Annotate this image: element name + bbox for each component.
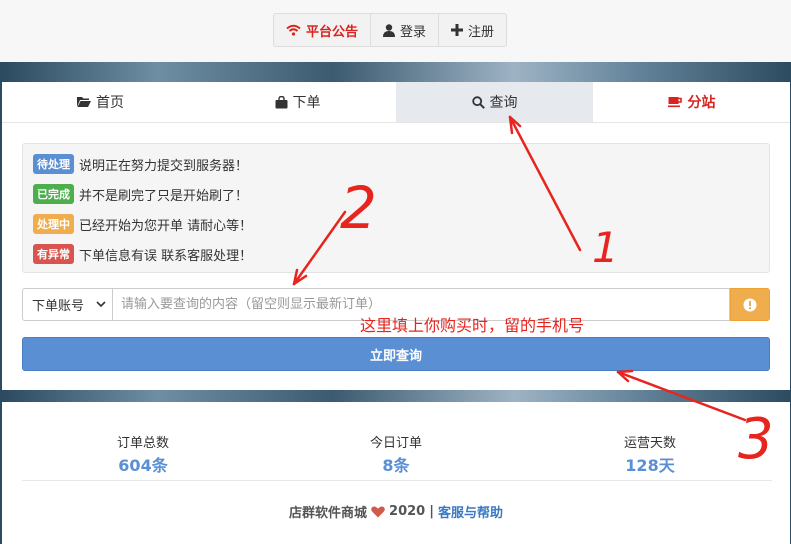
status-legend: 待处理 说明正在努力提交到服务器！ 已完成 并不是刷完了只是开始刷了！ 处理中 … — [22, 143, 770, 273]
tab-order-label: 下单 — [292, 95, 321, 111]
status-item: 处理中 已经开始为您开单 请耐心等！ — [33, 214, 252, 234]
stat-label: 订单总数 — [116, 436, 169, 451]
stat-label: 今日订单 — [369, 436, 422, 451]
shopping-bag-icon — [275, 95, 288, 109]
annotation-note: 这里填上你购买时，留的手机号 — [360, 316, 585, 335]
status-text: 下单信息有误 联系客服处理！ — [79, 248, 253, 264]
stat-value: 604条 — [118, 456, 168, 475]
plus-icon — [451, 24, 464, 36]
announcement-link[interactable]: 平台公告 — [274, 14, 372, 46]
announcement-label: 平台公告 — [306, 24, 359, 40]
footer-brand: 店群软件商城 — [289, 506, 368, 521]
chevron-down-icon — [96, 301, 106, 308]
search-icon — [471, 95, 485, 109]
tab-bar: 首页 下单 查询 分站 — [2, 82, 790, 123]
query-type-value: 下单账号 — [32, 299, 85, 314]
footer-year: 2020 — [389, 504, 426, 519]
tab-home[interactable]: 首页 — [2, 82, 199, 122]
query-type-select[interactable]: 下单账号 — [22, 288, 112, 321]
tab-substation-label: 分站 — [687, 95, 716, 111]
status-badge: 处理中 — [33, 214, 74, 234]
submit-query-button[interactable]: 立即查询 — [22, 337, 770, 371]
tab-query[interactable]: 查询 — [396, 82, 593, 122]
stat-value: 8条 — [382, 456, 410, 475]
login-label: 登录 — [400, 24, 427, 40]
register-label: 注册 — [468, 24, 495, 40]
status-text: 已经开始为您开单 请耐心等！ — [79, 218, 253, 234]
info-button[interactable] — [730, 288, 770, 321]
stat-today-orders: 今日订单 8条 — [316, 432, 476, 476]
wifi-icon — [286, 24, 301, 36]
stat-value: 128天 — [625, 456, 675, 475]
status-item: 已完成 并不是刷完了只是开始刷了！ — [33, 184, 248, 204]
register-link[interactable]: 注册 — [439, 14, 506, 46]
coffee-cup-icon — [667, 96, 683, 108]
tab-substation[interactable]: 分站 — [593, 82, 790, 122]
status-badge: 待处理 — [33, 154, 74, 174]
top-nav: 平台公告 登录 注册 — [273, 13, 508, 47]
status-item: 有异常 下单信息有误 联系客服处理！ — [33, 244, 252, 264]
status-item: 待处理 说明正在努力提交到服务器！ — [33, 154, 248, 174]
tab-query-label: 查询 — [489, 95, 518, 111]
footer-separator: | — [429, 504, 434, 519]
divider — [22, 480, 772, 481]
status-text: 说明正在努力提交到服务器！ — [79, 158, 249, 174]
query-panel: 首页 下单 查询 分站 待处理 说明正在努力提交到服务器！ 已完成 并不是刷完了… — [2, 82, 790, 390]
stat-total-orders: 订单总数 604条 — [63, 432, 223, 476]
help-link[interactable]: 客服与帮助 — [438, 502, 503, 521]
exclamation-circle-icon — [743, 298, 757, 312]
footer: 店群软件商城 2020 | 客服与帮助 — [2, 502, 790, 521]
tab-home-label: 首页 — [96, 95, 124, 111]
status-text: 并不是刷完了只是开始刷了！ — [79, 188, 249, 204]
user-icon — [383, 23, 396, 37]
tab-order[interactable]: 下单 — [199, 82, 396, 122]
stats-panel: 订单总数 604条 今日订单 8条 运营天数 128天 店群软件商城 2020 … — [2, 402, 790, 544]
login-link[interactable]: 登录 — [371, 14, 440, 46]
status-badge: 已完成 — [33, 184, 74, 204]
top-bar: 平台公告 登录 注册 — [0, 0, 791, 62]
status-badge: 有异常 — [33, 244, 74, 264]
folder-open-icon — [77, 96, 91, 108]
stat-operating-days: 运营天数 128天 — [570, 432, 730, 476]
stat-label: 运营天数 — [623, 436, 676, 451]
heart-icon — [371, 505, 385, 518]
